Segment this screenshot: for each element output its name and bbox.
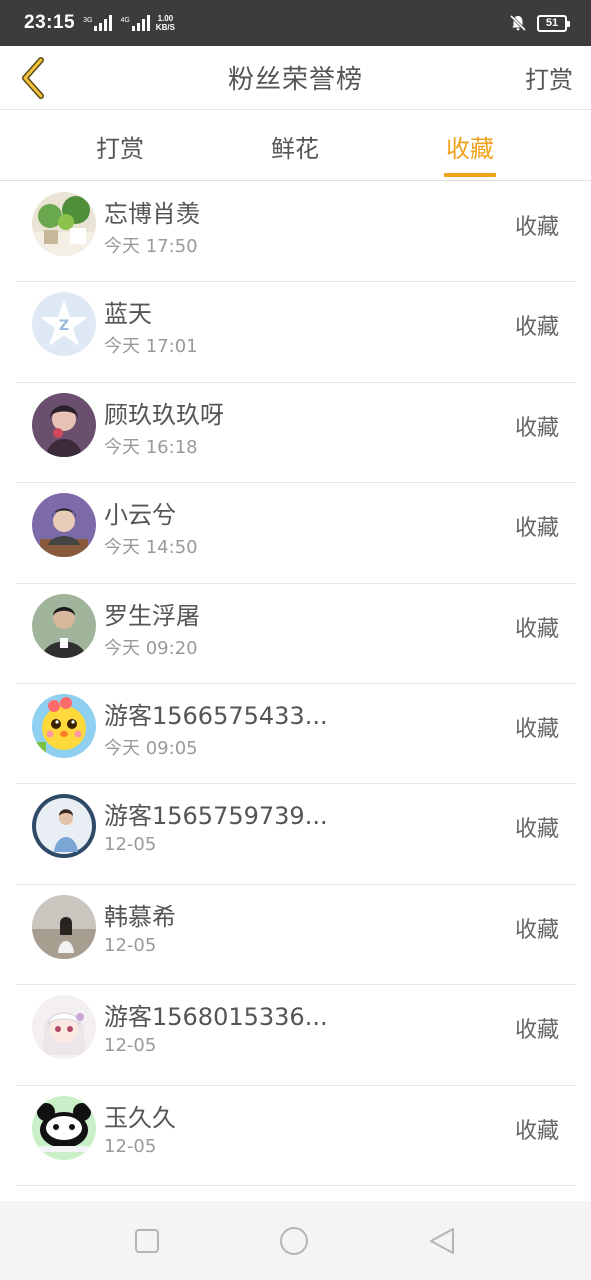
tab-flowers[interactable]: 鲜花 — [235, 111, 355, 181]
list-item[interactable]: 游客1568015336... 12-05 收藏 — [16, 985, 575, 1086]
fan-action: 收藏 — [514, 1118, 559, 1144]
avatar: Z — [32, 292, 96, 357]
fan-name: 游客1565759739... — [104, 802, 328, 831]
fan-name: 蓝天 — [104, 300, 152, 329]
net-speed: 1.00 KB/S — [155, 14, 175, 32]
tab-favorites[interactable]: 收藏 — [410, 111, 530, 181]
fan-name: 忘博肖羡 — [104, 200, 200, 228]
fan-action: 收藏 — [514, 616, 559, 642]
fan-time: 今天 16:18 — [104, 436, 198, 458]
avatar — [32, 392, 96, 457]
status-time: 23:15 — [24, 12, 76, 33]
fan-time: 12-05 — [104, 1135, 157, 1157]
list-item[interactable]: 韩慕希 12-05 收藏 — [16, 885, 575, 986]
title-bar: 粉丝荣誉榜 打赏 — [0, 46, 591, 110]
list-item[interactable]: 顾玖玖玖呀 今天 16:18 收藏 — [16, 383, 575, 484]
fan-name: 小云兮 — [104, 501, 176, 530]
fan-time: 12-05 — [104, 1035, 157, 1057]
fan-name: 韩慕希 — [104, 902, 176, 931]
fan-action: 收藏 — [514, 215, 559, 240]
list-item[interactable]: 罗生浮屠 今天 09:20 收藏 — [16, 584, 575, 684]
avatar — [32, 493, 96, 558]
fan-time: 12-05 — [104, 934, 157, 956]
list-item[interactable]: Z 蓝天 今天 17:01 收藏 — [16, 282, 575, 383]
fan-action: 收藏 — [514, 917, 559, 943]
mute-bell-icon — [509, 14, 527, 32]
fan-time: 今天 09:05 — [104, 737, 198, 759]
fan-time: 12-05 — [104, 834, 157, 856]
list-item[interactable]: 玉久久 12-05 收藏 — [16, 1086, 575, 1186]
fan-time: 今天 17:50 — [104, 236, 198, 257]
avatar — [32, 192, 96, 256]
fan-name: 游客1566575433... — [104, 701, 328, 730]
fan-name: 罗生浮屠 — [104, 601, 200, 630]
system-nav-bar — [0, 1201, 591, 1280]
signal-2-icon: 4G — [120, 15, 150, 31]
avatar — [32, 794, 96, 859]
tab-active-indicator — [444, 173, 496, 177]
list-item[interactable]: 小云兮 今天 14:50 收藏 — [16, 483, 575, 584]
signal-1-icon: 3G — [83, 15, 113, 31]
avatar — [32, 894, 96, 959]
fan-action: 收藏 — [514, 315, 559, 341]
circle-icon[interactable] — [278, 1225, 310, 1257]
fan-action: 收藏 — [514, 415, 559, 441]
avatar — [32, 693, 96, 758]
fan-name: 玉久久 — [104, 1103, 176, 1132]
avatar — [32, 995, 96, 1060]
square-icon[interactable] — [131, 1225, 163, 1257]
battery-icon: 51 — [537, 14, 570, 32]
list-item[interactable]: 游客1566575433... 今天 09:05 收藏 — [16, 684, 575, 785]
fan-list: 忘博肖羡 今天 17:50 收藏 Z 蓝天 今天 17:01 收藏 顾玖玖玖呀 … — [0, 182, 591, 1186]
back-button[interactable] — [12, 52, 56, 104]
list-item[interactable]: 忘博肖羡 今天 17:50 收藏 — [16, 182, 575, 283]
list-item[interactable]: 游客1565759739... 12-05 收藏 — [16, 784, 575, 885]
fan-action: 收藏 — [514, 716, 559, 742]
reward-button[interactable]: 打赏 — [525, 60, 573, 95]
fan-time: 今天 09:20 — [104, 637, 198, 659]
fan-action: 收藏 — [514, 516, 559, 542]
page-title: 粉丝荣誉榜 — [227, 65, 363, 95]
fan-name: 顾玖玖玖呀 — [104, 400, 224, 429]
svg-text:Z: Z — [59, 318, 69, 334]
avatar — [32, 593, 96, 658]
fan-action: 收藏 — [514, 1018, 559, 1044]
tab-reward[interactable]: 打赏 — [60, 111, 180, 181]
fan-name: 游客1568015336... — [104, 1003, 328, 1032]
fan-action: 收藏 — [514, 817, 559, 843]
back-arrow-icon — [22, 57, 44, 99]
status-bar: 23:15 3G 4G 1.00 KB/S 51 — [0, 0, 591, 46]
avatar — [32, 1095, 96, 1160]
fan-time: 今天 17:01 — [104, 336, 198, 358]
tab-bar: 打赏 鲜花 收藏 — [0, 111, 591, 181]
triangle-back-icon[interactable] — [427, 1225, 459, 1257]
fan-time: 今天 14:50 — [104, 537, 198, 559]
